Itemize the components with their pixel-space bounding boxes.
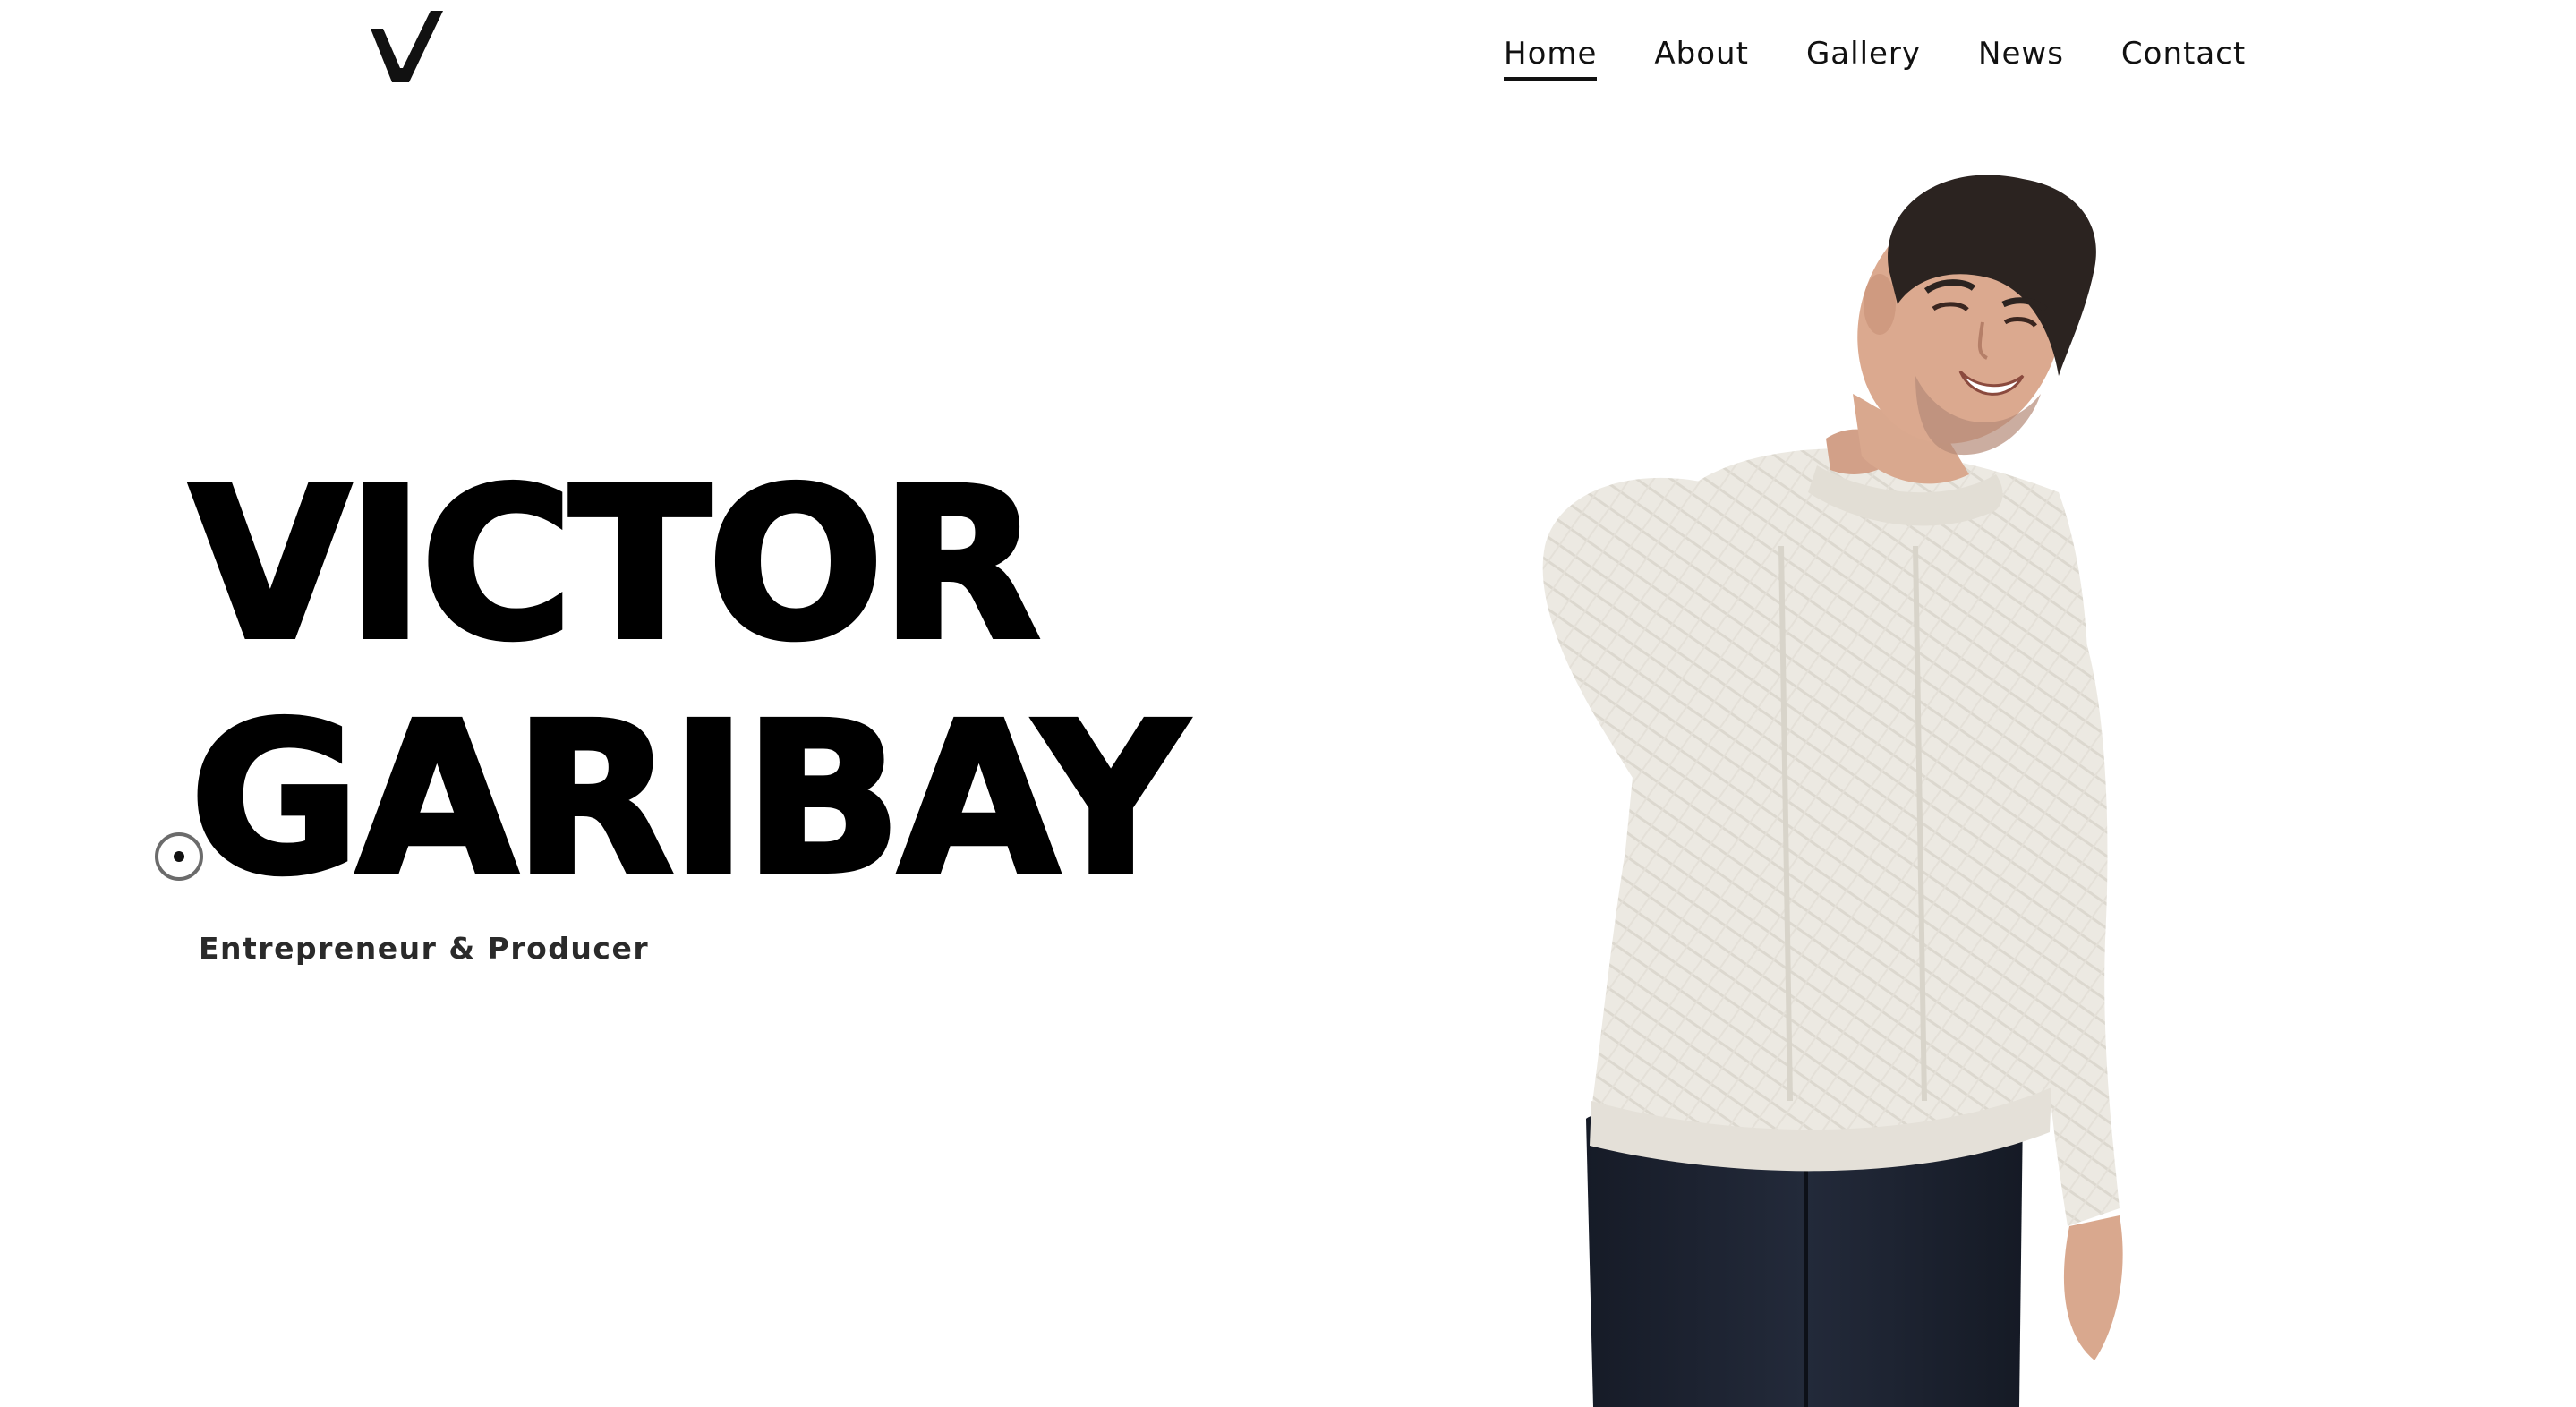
hero-tagline: Entrepreneur & Producer: [199, 931, 650, 966]
nav-home[interactable]: Home: [1504, 36, 1598, 81]
nav-gallery[interactable]: Gallery: [1806, 36, 1921, 81]
logo-v[interactable]: V: [367, 4, 448, 84]
portrait-image: [1542, 175, 2123, 1407]
nav-about[interactable]: About: [1654, 36, 1749, 81]
main-nav: Home About Gallery News Contact: [1504, 36, 2303, 90]
cursor-ring-icon: [155, 832, 203, 881]
nav-news[interactable]: News: [1978, 36, 2064, 81]
cursor-dot-icon: [174, 851, 184, 862]
home-page: V Home About Gallery News Contact VICTOR…: [0, 0, 2576, 1407]
hero-name: VICTOR GARIBAY: [187, 444, 1189, 920]
hero-last-name: GARIBAY: [187, 678, 1189, 920]
nav-contact[interactable]: Contact: [2121, 36, 2246, 81]
hero-first-name: VICTOR: [187, 444, 1043, 686]
